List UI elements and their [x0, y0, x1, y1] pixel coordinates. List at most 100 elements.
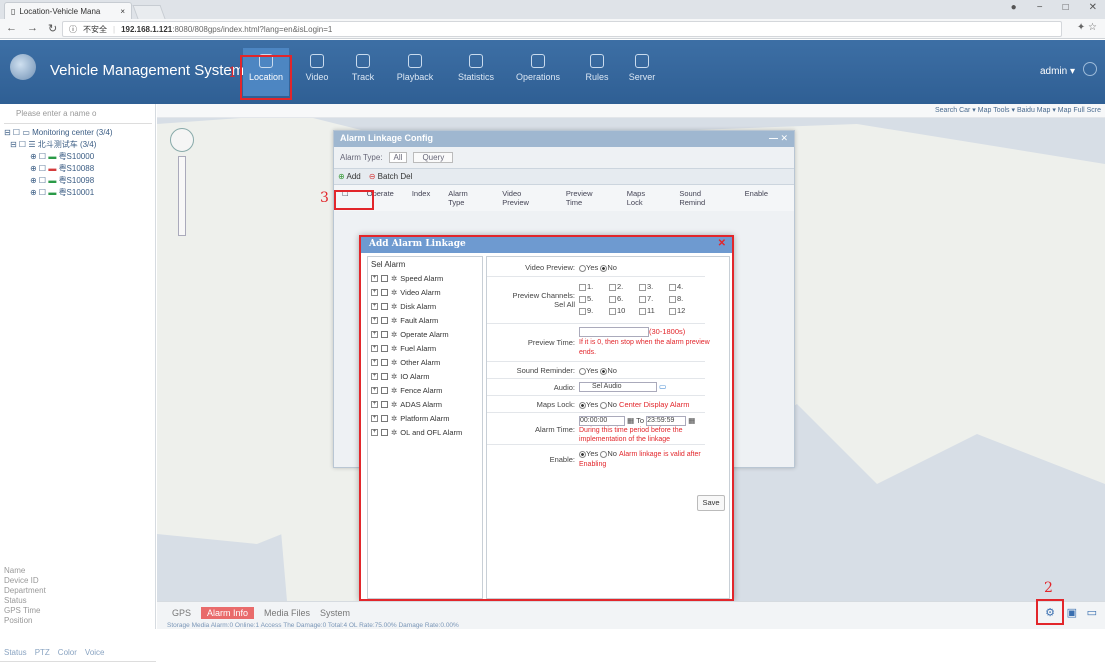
map-toolbar[interactable]: Search Car ▾ Map Tools ▾ Baidu Map ▾ Map… [157, 104, 1105, 118]
checkbox[interactable] [381, 345, 388, 352]
power-icon[interactable] [1083, 62, 1097, 76]
extensions[interactable]: ✦ ☆ [1077, 22, 1097, 33]
back-icon[interactable]: ← [6, 22, 17, 35]
tab-status[interactable]: Status [4, 648, 27, 661]
expand-icon[interactable]: + [371, 317, 378, 324]
expand-icon[interactable]: + [371, 345, 378, 352]
browser-tab[interactable]: ▯ Location-Vehicle Mana × [4, 2, 132, 19]
forward-icon[interactable]: → [27, 22, 38, 35]
url-field[interactable]: ⓘ 不安全 | 192.168.1.121:8080/808gps/index.… [62, 21, 1062, 37]
tree-item[interactable]: ⊕ ☐ ▬ 粤S10000 [30, 151, 94, 162]
map-zoom-control[interactable] [170, 128, 200, 248]
expand-icon[interactable]: + [371, 373, 378, 380]
new-tab-button[interactable] [132, 5, 166, 19]
checkbox[interactable] [381, 317, 388, 324]
channel-checkbox[interactable] [669, 307, 676, 315]
close-icon[interactable]: ✕ [718, 238, 726, 249]
alarm-time-start[interactable]: 00:00:00 [579, 416, 625, 427]
checkbox[interactable] [381, 415, 388, 422]
expand-icon[interactable]: + [371, 387, 378, 394]
nav-statistics[interactable]: Statistics [453, 48, 499, 96]
user-menu[interactable]: admin ▾ [1040, 66, 1075, 77]
nav-video[interactable]: Video [294, 48, 340, 96]
alarm-item[interactable]: + ✲ Other Alarm [371, 358, 440, 367]
alarm-type-select[interactable]: All [388, 152, 408, 163]
window-icon[interactable]: ▭ [1087, 606, 1097, 619]
tab-media-files[interactable]: Media Files [264, 608, 310, 618]
add-button[interactable]: ⊕ Add [338, 172, 361, 181]
nav-playback[interactable]: Playback [392, 48, 438, 96]
channel-checkbox[interactable] [579, 307, 586, 315]
tree-item[interactable]: ⊟ ☐ ▭ Monitoring center (3/4) [4, 128, 113, 137]
channel-checkbox[interactable] [669, 283, 676, 291]
checkbox[interactable] [381, 373, 388, 380]
checkbox[interactable] [381, 303, 388, 310]
alarm-item[interactable]: + ✲ Fuel Alarm [371, 344, 436, 353]
tree-item[interactable]: ⊕ ☐ ▬ 粤S10088 [30, 163, 94, 174]
config-window-controls[interactable]: — ✕ [769, 133, 788, 144]
nav-server[interactable]: Server [619, 48, 665, 96]
checkbox[interactable] [381, 275, 388, 282]
checkbox[interactable] [381, 387, 388, 394]
channel-checkbox[interactable] [609, 295, 616, 303]
alarm-item[interactable]: + ✲ Operate Alarm [371, 330, 449, 339]
checkbox[interactable] [381, 429, 388, 436]
sound-yes[interactable] [579, 367, 586, 375]
channel-checkbox[interactable] [579, 283, 586, 291]
vehicle-search-input[interactable]: Please enter a name o [4, 109, 152, 124]
expand-icon[interactable]: + [371, 275, 378, 282]
alarm-item[interactable]: + ✲ Disk Alarm [371, 302, 436, 311]
nav-operations[interactable]: Operations [515, 48, 561, 96]
query-button[interactable]: Query [413, 152, 454, 163]
channel-checkbox[interactable] [639, 283, 646, 291]
save-button[interactable]: Save [697, 495, 725, 511]
audio-select[interactable]: Sel Audio [579, 382, 657, 393]
tab-voice[interactable]: Voice [85, 648, 105, 661]
channel-checkbox[interactable] [669, 295, 676, 303]
pan-control[interactable] [170, 128, 194, 152]
channel-checkbox[interactable] [609, 283, 616, 291]
checkbox[interactable] [381, 331, 388, 338]
expand-icon[interactable]: + [371, 359, 378, 366]
preview-time-input[interactable] [579, 327, 649, 338]
expand-icon[interactable]: + [371, 289, 378, 296]
channel-checkbox[interactable] [609, 307, 616, 315]
expand-icon[interactable]: + [371, 415, 378, 422]
nav-track[interactable]: Track [340, 48, 386, 96]
alarm-item[interactable]: + ✲ OL and OFL Alarm [371, 428, 462, 437]
tree-item[interactable]: ⊕ ☐ ▬ 粤S10001 [30, 187, 94, 198]
channel-checkbox[interactable] [639, 295, 646, 303]
monitor-icon[interactable]: ▭ [659, 382, 666, 391]
batch-del-button[interactable]: ⊖ Batch Del [369, 172, 413, 181]
enable-yes[interactable] [579, 450, 586, 458]
channel-checkbox[interactable] [639, 307, 646, 315]
alarm-time-end[interactable]: 23:59:59 [646, 416, 687, 427]
alarm-item[interactable]: + ✲ Fault Alarm [371, 316, 438, 325]
expand-icon[interactable]: + [371, 401, 378, 408]
alarm-item[interactable]: + ✲ Platform Alarm [371, 414, 449, 423]
tree-item[interactable]: ⊕ ☐ ▬ 粤S10098 [30, 175, 94, 186]
maximize-button[interactable]: □ [1063, 2, 1069, 13]
expand-icon[interactable]: + [371, 429, 378, 436]
alarm-item[interactable]: + ✲ Fence Alarm [371, 386, 442, 395]
checkbox[interactable] [381, 359, 388, 366]
profile-icon[interactable]: ● [1011, 2, 1017, 13]
nav-rules[interactable]: Rules [574, 48, 620, 96]
alarm-item[interactable]: + ✲ Video Alarm [371, 288, 441, 297]
alarm-item[interactable]: + ✲ Speed Alarm [371, 274, 443, 283]
tab-gps[interactable]: GPS [172, 608, 191, 618]
minimize-button[interactable]: − [1037, 2, 1043, 13]
tab-ptz[interactable]: PTZ [35, 648, 50, 661]
sel-all-link[interactable]: Sel All [554, 300, 575, 309]
tab-color[interactable]: Color [58, 648, 77, 661]
expand-icon[interactable]: + [371, 331, 378, 338]
expand-icon[interactable]: + [371, 303, 378, 310]
reload-icon[interactable]: ↻ [48, 22, 57, 35]
maps-lock-yes[interactable] [579, 401, 586, 409]
video-preview-yes[interactable] [579, 264, 586, 272]
channel-checkbox[interactable] [579, 295, 586, 303]
tab-system[interactable]: System [320, 608, 350, 618]
checkbox[interactable] [381, 289, 388, 296]
alarm-item[interactable]: + ✲ IO Alarm [371, 372, 429, 381]
zoom-slider[interactable] [178, 156, 186, 236]
